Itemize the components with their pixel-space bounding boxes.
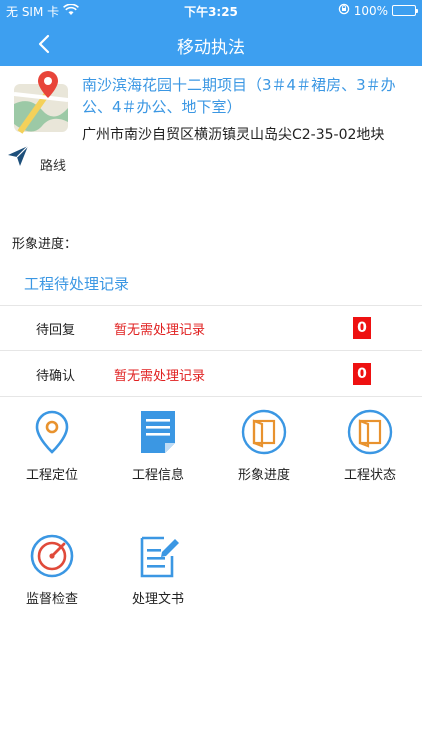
menu-label: 形象进度 [237, 468, 290, 483]
page-title: 移动执法 [177, 38, 245, 58]
status-bar: 无 SIM 卡 下午3:25 100% [0, 0, 422, 22]
gauge-icon [28, 532, 76, 580]
progress-label: 形象进度： [12, 237, 78, 252]
orientation-lock-icon [338, 3, 350, 18]
record-label: 待确认 [36, 369, 76, 384]
menu-label: 工程状态 [343, 468, 396, 483]
record-label: 待回复 [36, 323, 76, 338]
menu-image-progress[interactable]: 形象进度 [224, 408, 304, 483]
divider [0, 396, 422, 397]
records-title: 工程待处理记录 [24, 275, 130, 293]
battery-icon [392, 5, 418, 16]
menu-label: 监督检查 [25, 592, 78, 607]
project-card: 路线 南沙滨海花园十二期项目（3＃4＃裙房、3＃办公、4＃办公、地下室） 广州市… [0, 66, 422, 186]
navigation-arrow-icon [8, 145, 29, 166]
menu-project-status[interactable]: 工程状态 [330, 408, 410, 483]
map-icon[interactable] [12, 70, 72, 134]
document-icon [134, 408, 182, 456]
menu-label: 工程定位 [25, 468, 78, 483]
route-label: 路线 [40, 159, 67, 174]
menu-label: 工程信息 [131, 468, 184, 483]
project-address: 广州市南沙自贸区横沥镇灵山岛尖C2-35-02地块 [82, 127, 385, 143]
route-button[interactable]: 路线 [6, 144, 66, 174]
record-count-badge: 0 [353, 363, 371, 385]
record-row-pending-confirm[interactable]: 待确认 暂无需处理记录 0 [0, 352, 422, 396]
record-message: 暂无需处理记录 [114, 369, 206, 384]
edit-document-icon [134, 532, 182, 580]
menu-processing-documents[interactable]: 处理文书 [118, 532, 198, 607]
nav-bar: 移动执法 [0, 22, 422, 66]
menu-supervision-inspection[interactable]: 监督检查 [12, 532, 92, 607]
record-row-pending-reply[interactable]: 待回复 暂无需处理记录 0 [0, 306, 422, 350]
menu-label: 处理文书 [131, 592, 184, 607]
door-icon [240, 408, 288, 456]
menu-project-location[interactable]: 工程定位 [12, 408, 92, 483]
door-icon [346, 408, 394, 456]
menu-project-info[interactable]: 工程信息 [118, 408, 198, 483]
location-pin-icon [28, 408, 76, 456]
divider [0, 350, 422, 351]
project-name[interactable]: 南沙滨海花园十二期项目（3＃4＃裙房、3＃办公、4＃办公、地下室） [82, 74, 412, 118]
record-count-badge: 0 [353, 317, 371, 339]
status-right: 100% [338, 3, 418, 18]
battery-percent: 100% [353, 3, 388, 18]
record-message: 暂无需处理记录 [114, 323, 206, 338]
